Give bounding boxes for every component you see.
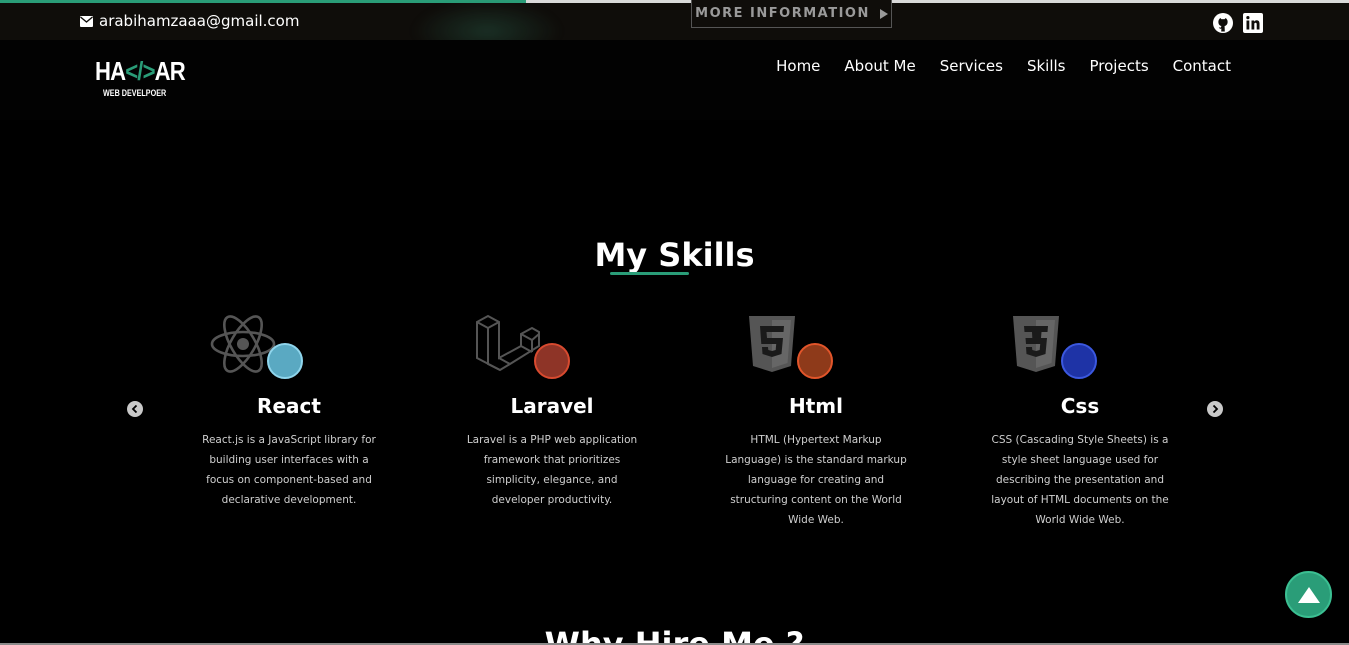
skill-icon-wrap (210, 312, 339, 384)
logo-code-symbol: </> (125, 56, 155, 86)
email-text: arabihamzaaa@gmail.com (99, 12, 300, 30)
linkedin-icon[interactable] (1243, 13, 1263, 33)
skill-description: React.js is a JavaScript library for bui… (202, 434, 376, 506)
logo-text-right: AR (154, 56, 186, 86)
skill-name: Laravel (510, 394, 594, 418)
laravel-color-dot (534, 343, 570, 379)
play-arrow-icon (879, 8, 888, 19)
css3-icon (1013, 316, 1059, 372)
skill-card-react: React React.js is a JavaScript library f… (184, 312, 394, 510)
title-underline (610, 272, 689, 275)
skill-card-laravel: Laravel Laravel is a PHP web application… (447, 312, 657, 510)
carousel-prev-button[interactable] (127, 401, 143, 417)
github-icon[interactable] (1213, 13, 1233, 33)
arrow-up-icon (1297, 586, 1320, 603)
top-info-bar: arabihamzaaa@gmail.com MORE INFORMATION (0, 0, 1349, 40)
skill-name: Html (789, 394, 843, 418)
more-information-label: MORE INFORMATION (695, 6, 870, 21)
skill-name: React (257, 394, 321, 418)
chevron-left-icon (131, 405, 138, 413)
css-color-dot (1061, 343, 1097, 379)
react-color-dot (267, 343, 303, 379)
nav-skills[interactable]: Skills (1027, 57, 1066, 75)
contact-email[interactable]: arabihamzaaa@gmail.com (80, 12, 299, 30)
skill-icon-wrap (749, 312, 866, 384)
social-links (1213, 13, 1263, 33)
skill-description: Laravel is a PHP web application framewo… (466, 434, 638, 506)
nav-projects[interactable]: Projects (1090, 57, 1149, 75)
skill-card-html: Html HTML (Hypertext Markup Language) is… (711, 312, 921, 530)
html5-icon (749, 316, 795, 372)
scroll-to-top-button[interactable] (1285, 571, 1332, 618)
skill-name: Css (1060, 394, 1100, 418)
envelope-icon (80, 15, 93, 27)
site-logo[interactable]: HA </> AR WEB DEVELPOER (95, 56, 186, 110)
laravel-icon (476, 314, 540, 372)
skill-card-css: Css CSS (Cascading Style Sheets) is a st… (975, 312, 1185, 530)
skill-icon-wrap (1013, 312, 1130, 384)
main-navbar: HA </> AR WEB DEVELPOER Home About Me Serv… (0, 40, 1349, 120)
nav-home[interactable]: Home (776, 57, 820, 75)
more-information-button[interactable]: MORE INFORMATION (691, 0, 892, 28)
react-icon (210, 315, 276, 373)
nav-services[interactable]: Services (940, 57, 1003, 75)
why-hire-me-title: Why Hire Me ? (544, 625, 805, 645)
skill-description: HTML (Hypertext Markup Language) is the … (725, 434, 907, 526)
nav-links: Home About Me Services Skills Projects C… (776, 57, 1231, 75)
chevron-right-icon (1212, 405, 1219, 413)
logo-wordmark: HA </> AR (95, 56, 186, 87)
logo-text-left: HA (95, 56, 126, 86)
carousel-next-button[interactable] (1207, 401, 1223, 417)
nav-contact[interactable]: Contact (1173, 57, 1231, 75)
logo-subtitle: WEB DEVELPOER (103, 88, 167, 98)
skills-section-title: My Skills (594, 236, 755, 274)
skill-icon-wrap (476, 312, 602, 384)
nav-about-me[interactable]: About Me (844, 57, 915, 75)
html-color-dot (797, 343, 833, 379)
skill-description: CSS (Cascading Style Sheets) is a style … (991, 434, 1169, 526)
